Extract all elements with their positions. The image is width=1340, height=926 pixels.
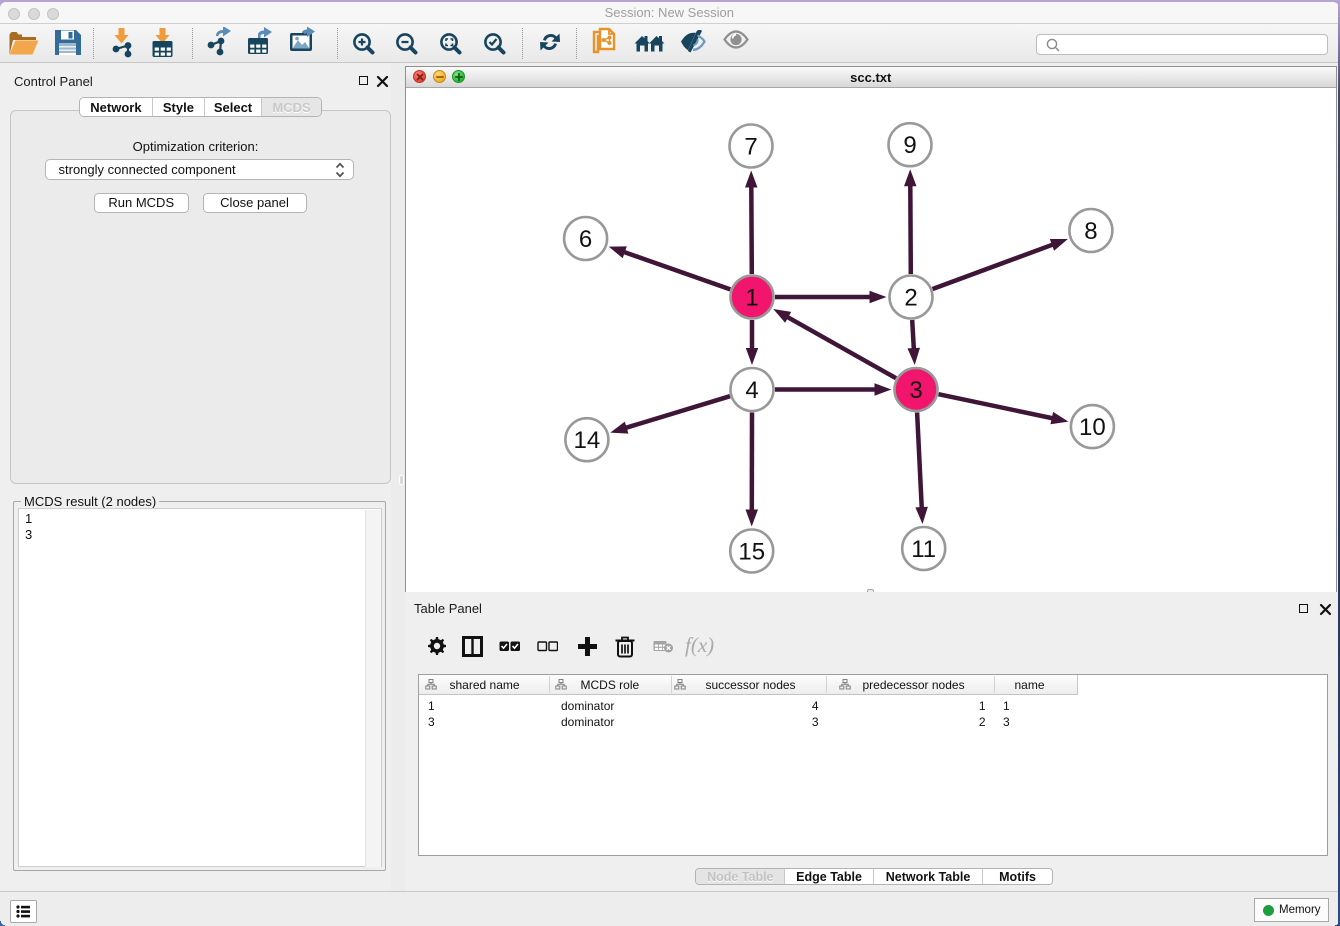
svg-text:10: 10	[1079, 414, 1106, 441]
svg-text:4: 4	[745, 377, 758, 404]
svg-text:11: 11	[911, 536, 936, 563]
svg-text:1: 1	[745, 285, 758, 312]
svg-text:15: 15	[738, 539, 765, 566]
svg-text:9: 9	[903, 132, 916, 159]
svg-text:14: 14	[573, 427, 600, 454]
svg-text:3: 3	[909, 377, 922, 404]
svg-text:7: 7	[744, 134, 757, 161]
svg-text:8: 8	[1084, 218, 1097, 245]
svg-text:6: 6	[578, 226, 591, 253]
svg-text:2: 2	[904, 285, 917, 312]
